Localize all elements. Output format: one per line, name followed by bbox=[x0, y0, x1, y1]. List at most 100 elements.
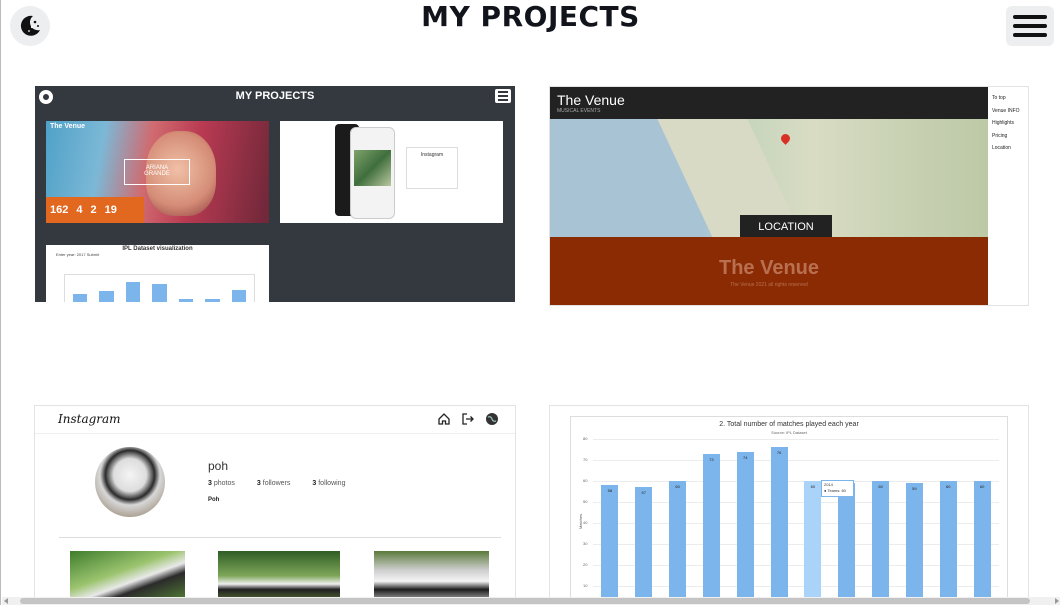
venue-nav-item[interactable]: Highlights bbox=[992, 117, 1028, 130]
stat-photos: 3 photos bbox=[208, 480, 235, 487]
ipl-thumb-form: Enter year: 2017 Submit bbox=[46, 252, 269, 257]
venue-nav-item[interactable]: Location bbox=[992, 142, 1028, 155]
chart-frame: 2. Total number of matches played each y… bbox=[570, 416, 1008, 604]
scroll-right-arrow-icon[interactable] bbox=[1055, 598, 1059, 604]
stat-followers: 3 followers bbox=[256, 480, 291, 487]
profile-bio: Poh bbox=[208, 497, 220, 503]
artist-line-2: GRANDE bbox=[144, 171, 170, 177]
chart-gridline bbox=[593, 565, 999, 566]
countdown-minutes: 2 bbox=[90, 204, 97, 216]
chart-data-label: 73 bbox=[709, 456, 714, 462]
profile-avatar bbox=[95, 447, 165, 517]
instagram-login-box: Instagram bbox=[406, 147, 458, 189]
chart-data-label: 74 bbox=[743, 454, 748, 460]
chart-bar[interactable] bbox=[736, 451, 754, 604]
instagram-thumb-logo: Instagram bbox=[420, 152, 444, 158]
venue-nav-item[interactable]: Pricing bbox=[992, 130, 1028, 143]
ipl-input-value: 2017 bbox=[76, 252, 86, 257]
project-card-instagram[interactable]: Instagram poh 3 photos 3 followers 3 fol… bbox=[34, 405, 516, 605]
ipl-submit-label: Submit bbox=[86, 252, 100, 257]
chart-bar[interactable] bbox=[669, 481, 687, 604]
chart-y-tick-label: 70 bbox=[583, 457, 588, 462]
ipl-thumbnail: IPL Dataset visualization Enter year: 20… bbox=[46, 245, 269, 302]
chart-y-tick-label: 50 bbox=[583, 499, 588, 504]
countdown-days: 162 bbox=[50, 204, 69, 216]
instagram-logo: Instagram bbox=[58, 412, 121, 426]
chart-y-tick-label: 10 bbox=[583, 583, 588, 588]
chart-data-label: 76 bbox=[776, 450, 782, 456]
ipl-thumb-bars bbox=[64, 274, 255, 302]
mini-hamburger-icon bbox=[495, 89, 511, 103]
home-icon[interactable] bbox=[437, 412, 451, 426]
chart-data-label: 60 bbox=[810, 484, 816, 489]
chart-gridline bbox=[593, 439, 999, 440]
chart-y-tick-label: 20 bbox=[583, 562, 588, 567]
artist-box: ARIANA GRANDE bbox=[124, 159, 190, 185]
chart-bar[interactable] bbox=[872, 481, 890, 604]
chart-data-label: 60 bbox=[946, 484, 951, 489]
venue-nav-item[interactable]: To top bbox=[992, 92, 1028, 105]
ipl-input-label: Enter year: bbox=[56, 252, 76, 257]
logout-icon[interactable] bbox=[461, 412, 475, 426]
instagram-thumbnail: Instagram bbox=[280, 121, 503, 223]
venue-thumb-name: The Venue bbox=[50, 123, 86, 130]
hamburger-menu-button[interactable] bbox=[1006, 6, 1054, 46]
project-card-portfolio[interactable]: MY PROJECTS The Venue ARIANA GRANDE 162 … bbox=[35, 86, 515, 302]
chart-gridline bbox=[593, 544, 999, 545]
chart-bar[interactable] bbox=[804, 481, 822, 604]
chart-bar[interactable] bbox=[838, 483, 856, 604]
horizontal-scrollbar[interactable] bbox=[2, 597, 1060, 605]
chart-gridline bbox=[593, 460, 999, 461]
phone-front-image bbox=[350, 127, 395, 219]
profile-username: poh bbox=[208, 459, 229, 473]
chart-tooltip: 2014 ● Teams: 60 bbox=[821, 480, 854, 497]
project-card-ipl-chart[interactable]: 2. Total number of matches played each y… bbox=[549, 405, 1029, 605]
chart-data-label: 57 bbox=[641, 490, 646, 496]
chart-bar[interactable] bbox=[601, 485, 619, 604]
chart-bar[interactable] bbox=[939, 481, 957, 604]
scroll-left-arrow-icon[interactable] bbox=[4, 598, 8, 604]
chart-bar[interactable] bbox=[702, 453, 720, 604]
venue-side-nav: To top Venue INFO Highlights Pricing Loc… bbox=[992, 92, 1028, 155]
preview-title: MY PROJECTS bbox=[235, 90, 315, 102]
chart-data-label: 60 bbox=[675, 484, 680, 489]
page-title: MY PROJECTS bbox=[421, 0, 640, 33]
tooltip-value: ● Teams: 60 bbox=[824, 488, 846, 493]
venue-footer-copyright: The Venue 2021 all rights reserved bbox=[730, 282, 808, 288]
menu-bar bbox=[1013, 24, 1047, 28]
menu-bar bbox=[1013, 15, 1047, 19]
profile-stats: 3 photos 3 followers 3 following bbox=[208, 480, 345, 487]
countdown-hours: 4 bbox=[76, 204, 83, 216]
chart-bar[interactable] bbox=[635, 487, 653, 604]
chart-gridline bbox=[593, 523, 999, 524]
chart-data-label: 60 bbox=[878, 484, 883, 489]
divider bbox=[59, 537, 501, 538]
chart-title: 2. Total number of matches played each y… bbox=[719, 421, 859, 428]
chart-y-tick-label: 80 bbox=[583, 436, 588, 441]
chart-y-tick-label: 60 bbox=[583, 478, 588, 483]
menu-bar bbox=[1013, 33, 1047, 37]
countdown: 162 4 2 19 bbox=[46, 197, 144, 223]
ipl-thumb-title: IPL Dataset visualization bbox=[122, 246, 193, 252]
instagram-topbar: Instagram bbox=[35, 406, 515, 434]
project-card-venue[interactable]: The Venue MUSICAL EVENTS LOCATION The Ve… bbox=[549, 86, 1029, 306]
chart-data-label: 59 bbox=[912, 486, 917, 492]
location-button[interactable]: LOCATION bbox=[740, 215, 832, 239]
venue-tagline: MUSICAL EVENTS bbox=[557, 108, 601, 114]
scrollbar-thumb[interactable] bbox=[20, 598, 1030, 604]
instagram-nav-icons bbox=[437, 412, 499, 426]
chart-gridline bbox=[593, 481, 999, 482]
venue-header: The Venue MUSICAL EVENTS bbox=[550, 87, 988, 119]
venue-footer: The Venue The Venue 2021 all rights rese… bbox=[550, 237, 988, 305]
globe-icon[interactable] bbox=[485, 412, 499, 426]
venue-thumbnail: The Venue ARIANA GRANDE 162 4 2 19 bbox=[46, 121, 269, 223]
map-pin-icon bbox=[779, 132, 792, 145]
chart-bar[interactable] bbox=[770, 447, 788, 604]
page: MY PROJECTS MY PROJECTS The Venue ARIANA… bbox=[0, 0, 1060, 605]
chart-bar[interactable] bbox=[973, 481, 991, 604]
chart-bar[interactable] bbox=[905, 483, 923, 604]
chart-plot: 0102030405060708058576073747660596059606… bbox=[583, 436, 999, 604]
venue-nav-item[interactable]: Venue INFO bbox=[992, 105, 1028, 118]
chart-subtitle: Source: IPL Dataset bbox=[771, 430, 807, 435]
stat-following: 3 following bbox=[312, 480, 346, 487]
